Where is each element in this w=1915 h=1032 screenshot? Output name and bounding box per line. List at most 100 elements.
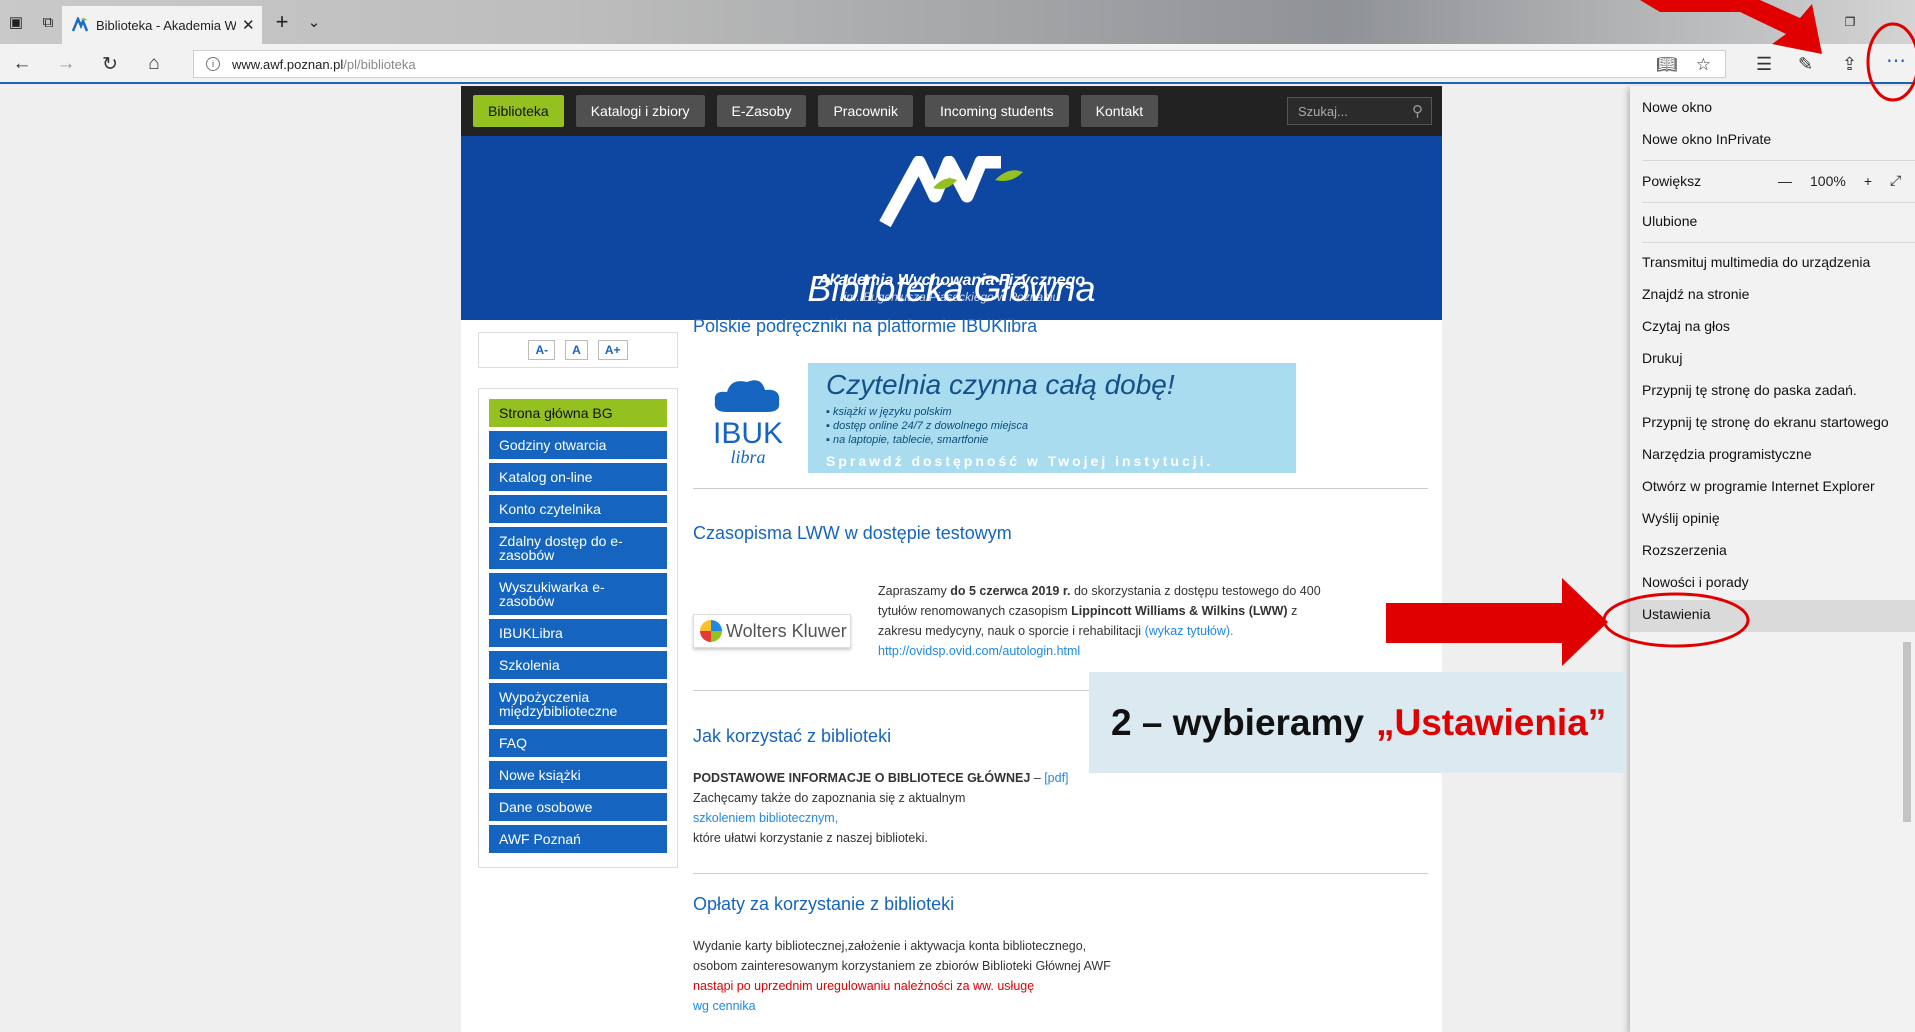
- tabs-aside-icon[interactable]: ⧉: [38, 12, 58, 32]
- menu-item-read-aloud[interactable]: Czytaj na głos: [1642, 318, 1730, 334]
- site-search-input[interactable]: Szukaj... ⚲: [1287, 97, 1432, 125]
- menu-divider: [1642, 242, 1915, 243]
- section-jak-korzystac-title[interactable]: Jak korzystać z biblioteki: [693, 726, 891, 747]
- font-increase-button[interactable]: A+: [597, 340, 628, 360]
- share-icon[interactable]: ⇪: [1842, 54, 1857, 75]
- sidebar-item-ibuklibra[interactable]: IBUKLibra: [489, 619, 667, 647]
- section-oplaty-title[interactable]: Opłaty za korzystanie z biblioteki: [693, 894, 954, 915]
- zoom-controls: — 100% + ⤢: [1778, 172, 1901, 189]
- browser-tab[interactable]: Biblioteka - Akademia W ✕: [62, 6, 262, 44]
- oplaty-paragraph: Wydanie karty bibliotecznej,założenie i …: [693, 936, 1428, 1016]
- lww-paragraph: Zapraszamy do 5 czerwca 2019 r. do skorz…: [878, 581, 1398, 661]
- site-info-icon[interactable]: i: [206, 57, 220, 71]
- menu-item-dev-tools[interactable]: Narzędzia programistyczne: [1642, 446, 1812, 462]
- annotation-prefix: 2 – wybieramy: [1111, 701, 1364, 743]
- menu-scrollbar[interactable]: [1903, 642, 1911, 822]
- back-arrow-icon[interactable]: ←: [10, 52, 34, 76]
- favorite-star-icon[interactable]: ☆: [1696, 55, 1711, 75]
- home-icon[interactable]: ⌂: [142, 52, 166, 76]
- ovid-link[interactable]: http://ovidsp.ovid.com/autologin.html: [878, 641, 1398, 661]
- search-placeholder: Szukaj...: [1298, 103, 1348, 119]
- ibuk-libra-logo[interactable]: IBUK libra: [707, 374, 789, 467]
- menu-item-inprivate[interactable]: Nowe okno InPrivate: [1642, 131, 1771, 147]
- sidebar-item-nowe-ksiazki[interactable]: Nowe książki: [489, 761, 667, 789]
- font-decrease-button[interactable]: A-: [528, 340, 556, 360]
- reading-view-icon[interactable]: 📖︎: [1656, 55, 1678, 75]
- chevron-down-icon[interactable]: ⌄: [304, 12, 324, 32]
- url-host: www.awf.poznan.pl: [232, 56, 344, 72]
- menu-item-cast[interactable]: Transmituj multimedia do urządzenia: [1642, 254, 1870, 270]
- wykaz-tytulow-link[interactable]: (wykaz tytułów).: [1145, 624, 1234, 638]
- wk-logo-text: Wolters Kluwer: [726, 620, 847, 641]
- sidebar-item-szkolenia[interactable]: Szkolenia: [489, 651, 667, 679]
- wk-logo-icon: [700, 620, 722, 642]
- edge-more-menu: Nowe okno Nowe okno InPrivate Powiększ —…: [1630, 86, 1915, 1032]
- menu-item-open-ie[interactable]: Otwórz w programie Internet Explorer: [1642, 478, 1875, 494]
- nav-pracownik[interactable]: Pracownik: [818, 95, 914, 127]
- banner-bullet: ▪ książki w języku polskim: [826, 406, 952, 418]
- sidebar-item-godziny[interactable]: Godziny otwarcia: [489, 431, 667, 459]
- menu-item-find[interactable]: Znajdź na stronie: [1642, 286, 1749, 302]
- zoom-value: 100%: [1810, 172, 1846, 189]
- sidebar-item-awf-poznan[interactable]: AWF Poznań: [489, 825, 667, 853]
- jak-korzystac-paragraph: PODSTAWOWE INFORMACJE O BIBLIOTECE GŁÓWN…: [693, 768, 1428, 848]
- menu-item-new-window[interactable]: Nowe okno: [1642, 99, 1712, 115]
- divider: [693, 873, 1428, 874]
- awf-logo[interactable]: [877, 156, 1027, 231]
- menu-item-pin-start[interactable]: Przypnij tę stronę do ekranu startowego: [1642, 414, 1889, 430]
- nav-incoming-students[interactable]: Incoming students: [925, 95, 1069, 127]
- szkolenie-link[interactable]: szkoleniem bibliotecznym,: [693, 808, 1428, 828]
- new-tab-icon[interactable]: +: [272, 9, 292, 34]
- sidebar-item-katalog[interactable]: Katalog on-line: [489, 463, 667, 491]
- fullscreen-icon[interactable]: ⤢: [1890, 172, 1901, 189]
- menu-item-whats-new[interactable]: Nowości i porady: [1642, 574, 1749, 590]
- menu-item-print[interactable]: Drukuj: [1642, 350, 1682, 366]
- ibuk-logo-text: IBUK: [712, 417, 784, 450]
- nav-katalogi[interactable]: Katalogi i zbiory: [575, 95, 705, 127]
- menu-item-feedback[interactable]: Wyślij opinię: [1642, 510, 1720, 526]
- address-field[interactable]: i www.awf.poznan.pl/pl/biblioteka 📖︎ ☆: [193, 50, 1726, 78]
- nav-biblioteka[interactable]: Biblioteka: [473, 95, 564, 127]
- annotation-callout: 2 – wybieramy „Ustawienia”: [1089, 672, 1626, 773]
- left-sidebar: A- A A+ Strona główna BG Godziny otwarci…: [478, 332, 678, 868]
- menu-divider: [1642, 202, 1915, 203]
- zoom-in-icon[interactable]: +: [1864, 173, 1872, 189]
- pdf-link[interactable]: [pdf]: [1044, 771, 1068, 785]
- menu-zoom-label: Powiększ: [1642, 173, 1702, 189]
- font-normal-button[interactable]: A: [565, 340, 588, 360]
- menu-item-settings[interactable]: Ustawienia: [1642, 606, 1710, 622]
- section-ibuk-title[interactable]: Polskie podręczniki na platformie IBUKli…: [693, 316, 1037, 337]
- zoom-out-icon[interactable]: —: [1778, 173, 1792, 189]
- search-icon[interactable]: ⚲: [1412, 102, 1423, 120]
- site-top-nav: Biblioteka Katalogi i zbiory E-Zasoby Pr…: [461, 86, 1442, 136]
- sidebar-item-wypozyczenia[interactable]: Wypożyczenia międzybiblioteczne: [489, 683, 667, 725]
- wolters-kluwer-logo[interactable]: Wolters Kluwer: [693, 614, 851, 648]
- sidebar-item-faq[interactable]: FAQ: [489, 729, 667, 757]
- sidebar-item-dane-osobowe[interactable]: Dane osobowe: [489, 793, 667, 821]
- ibuk-banner[interactable]: Czytelnia czynna całą dobę! ▪ książki w …: [808, 363, 1296, 473]
- favorites-hub-icon[interactable]: ☰: [1756, 54, 1772, 75]
- menu-item-pin-taskbar[interactable]: Przypnij tę stronę do paska zadań.: [1642, 382, 1857, 398]
- banner-title: Czytelnia czynna całą dobę!: [826, 369, 1175, 400]
- sidebar-item-zdalny-dostep[interactable]: Zdalny dostęp do e-zasobów: [489, 527, 667, 569]
- menu-item-favorites[interactable]: Ulubione: [1642, 213, 1697, 229]
- tab-bar: ▣ ⧉ Biblioteka - Akademia W ✕ + ⌄ ❐: [0, 0, 1915, 44]
- divider: [693, 488, 1428, 489]
- menu-item-extensions[interactable]: Rozszerzenia: [1642, 542, 1727, 558]
- sidebar-item-wyszukiwarka[interactable]: Wyszukiwarka e-zasobów: [489, 573, 667, 615]
- sidebar-item-konto[interactable]: Konto czytelnika: [489, 495, 667, 523]
- ibuk-logo-subtext: libra: [730, 447, 766, 467]
- close-tab-icon[interactable]: ✕: [242, 16, 255, 34]
- notes-pen-icon[interactable]: ✎: [1798, 54, 1813, 75]
- hero-banner: Akademia Wychowania Fizycznego im. Eugen…: [461, 136, 1442, 320]
- more-actions-icon[interactable]: ⋯: [1886, 48, 1906, 73]
- sidebar-item-strona-glowna[interactable]: Strona główna BG: [489, 399, 667, 427]
- forward-arrow-icon[interactable]: →: [54, 52, 78, 76]
- section-lww-title[interactable]: Czasopisma LWW w dostępie testowym: [693, 523, 1012, 544]
- nav-kontakt[interactable]: Kontakt: [1080, 95, 1159, 127]
- cennik-link[interactable]: wg cennika: [693, 996, 1428, 1016]
- refresh-icon[interactable]: ↻: [98, 52, 122, 76]
- nav-e-zasoby[interactable]: E-Zasoby: [716, 95, 807, 127]
- tab-actions-icon[interactable]: ▣: [6, 12, 26, 32]
- restore-window-icon[interactable]: ❐: [1840, 12, 1860, 32]
